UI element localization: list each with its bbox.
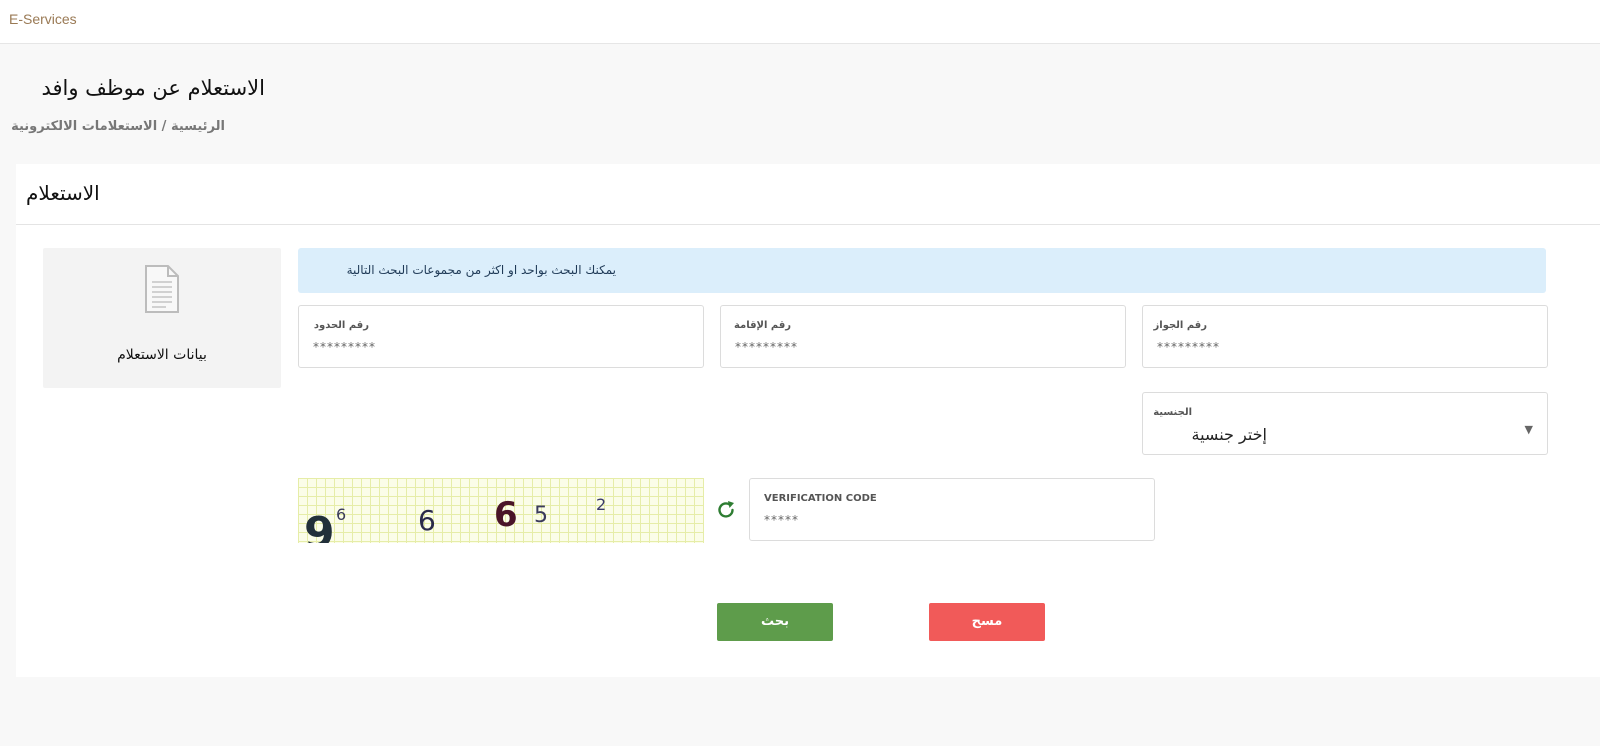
svg-text:6: 6 <box>336 505 346 524</box>
svg-text:6: 6 <box>494 495 518 535</box>
card-header: الاستعلام <box>16 164 1600 225</box>
passport-number-label: رقم الجواز <box>1153 320 1207 331</box>
inquiry-data-tile[interactable]: بيانات الاستعلام <box>43 248 281 388</box>
nationality-label: الجنسية <box>1153 407 1192 418</box>
side-tile-label: بيانات الاستعلام <box>117 347 207 363</box>
breadcrumb[interactable]: الرئيسية / الاستعلامات الالكترونية <box>11 119 225 134</box>
svg-text:2: 2 <box>596 495 606 514</box>
border-number-field[interactable]: رقم الحدود ********* <box>298 305 704 368</box>
iqama-number-label: رقم الإقامة <box>733 320 791 331</box>
iqama-number-placeholder: ********* <box>735 340 798 354</box>
info-text: يمكنك البحث بواحد او اكثر من مجموعات الب… <box>346 263 616 277</box>
passport-number-field[interactable]: رقم الجواز ********* <box>1142 305 1548 368</box>
passport-number-placeholder: ********* <box>1157 340 1220 354</box>
clear-button[interactable]: مسح <box>929 603 1045 641</box>
svg-text:9: 9 <box>304 508 335 543</box>
refresh-icon[interactable] <box>715 499 737 521</box>
inquiry-card: الاستعلام بيانات الاستعلام يمكنك البحث ب… <box>16 164 1600 677</box>
verification-code-label: VERIFICATION CODE <box>764 493 877 504</box>
brand-name[interactable]: E-Services <box>9 11 77 27</box>
card-title: الاستعلام <box>26 181 100 205</box>
search-button[interactable]: بحث <box>717 603 833 641</box>
verification-code-placeholder: ***** <box>764 513 799 527</box>
nationality-select[interactable]: الجنسية إختر جنسية ▼ <box>1142 392 1548 455</box>
top-bar: E-Services <box>0 0 1600 44</box>
captcha-image: 9 6 6 6 5 2 <box>298 478 704 543</box>
page-title: الاستعلام عن موظف وافد <box>41 76 265 100</box>
svg-text:5: 5 <box>534 503 548 528</box>
border-number-label: رقم الحدود <box>313 320 369 331</box>
chevron-down-icon: ▼ <box>1524 423 1533 436</box>
nationality-selected-value: إختر جنسية <box>1191 425 1267 444</box>
info-alert: يمكنك البحث بواحد او اكثر من مجموعات الب… <box>298 248 1546 293</box>
border-number-placeholder: ********* <box>313 340 376 354</box>
svg-text:6: 6 <box>418 504 436 537</box>
captcha-glyphs: 9 6 6 6 5 2 <box>304 495 606 543</box>
iqama-number-field[interactable]: رقم الإقامة ********* <box>720 305 1126 368</box>
verification-code-field[interactable]: VERIFICATION CODE ***** <box>749 478 1155 541</box>
document-icon <box>145 265 179 313</box>
